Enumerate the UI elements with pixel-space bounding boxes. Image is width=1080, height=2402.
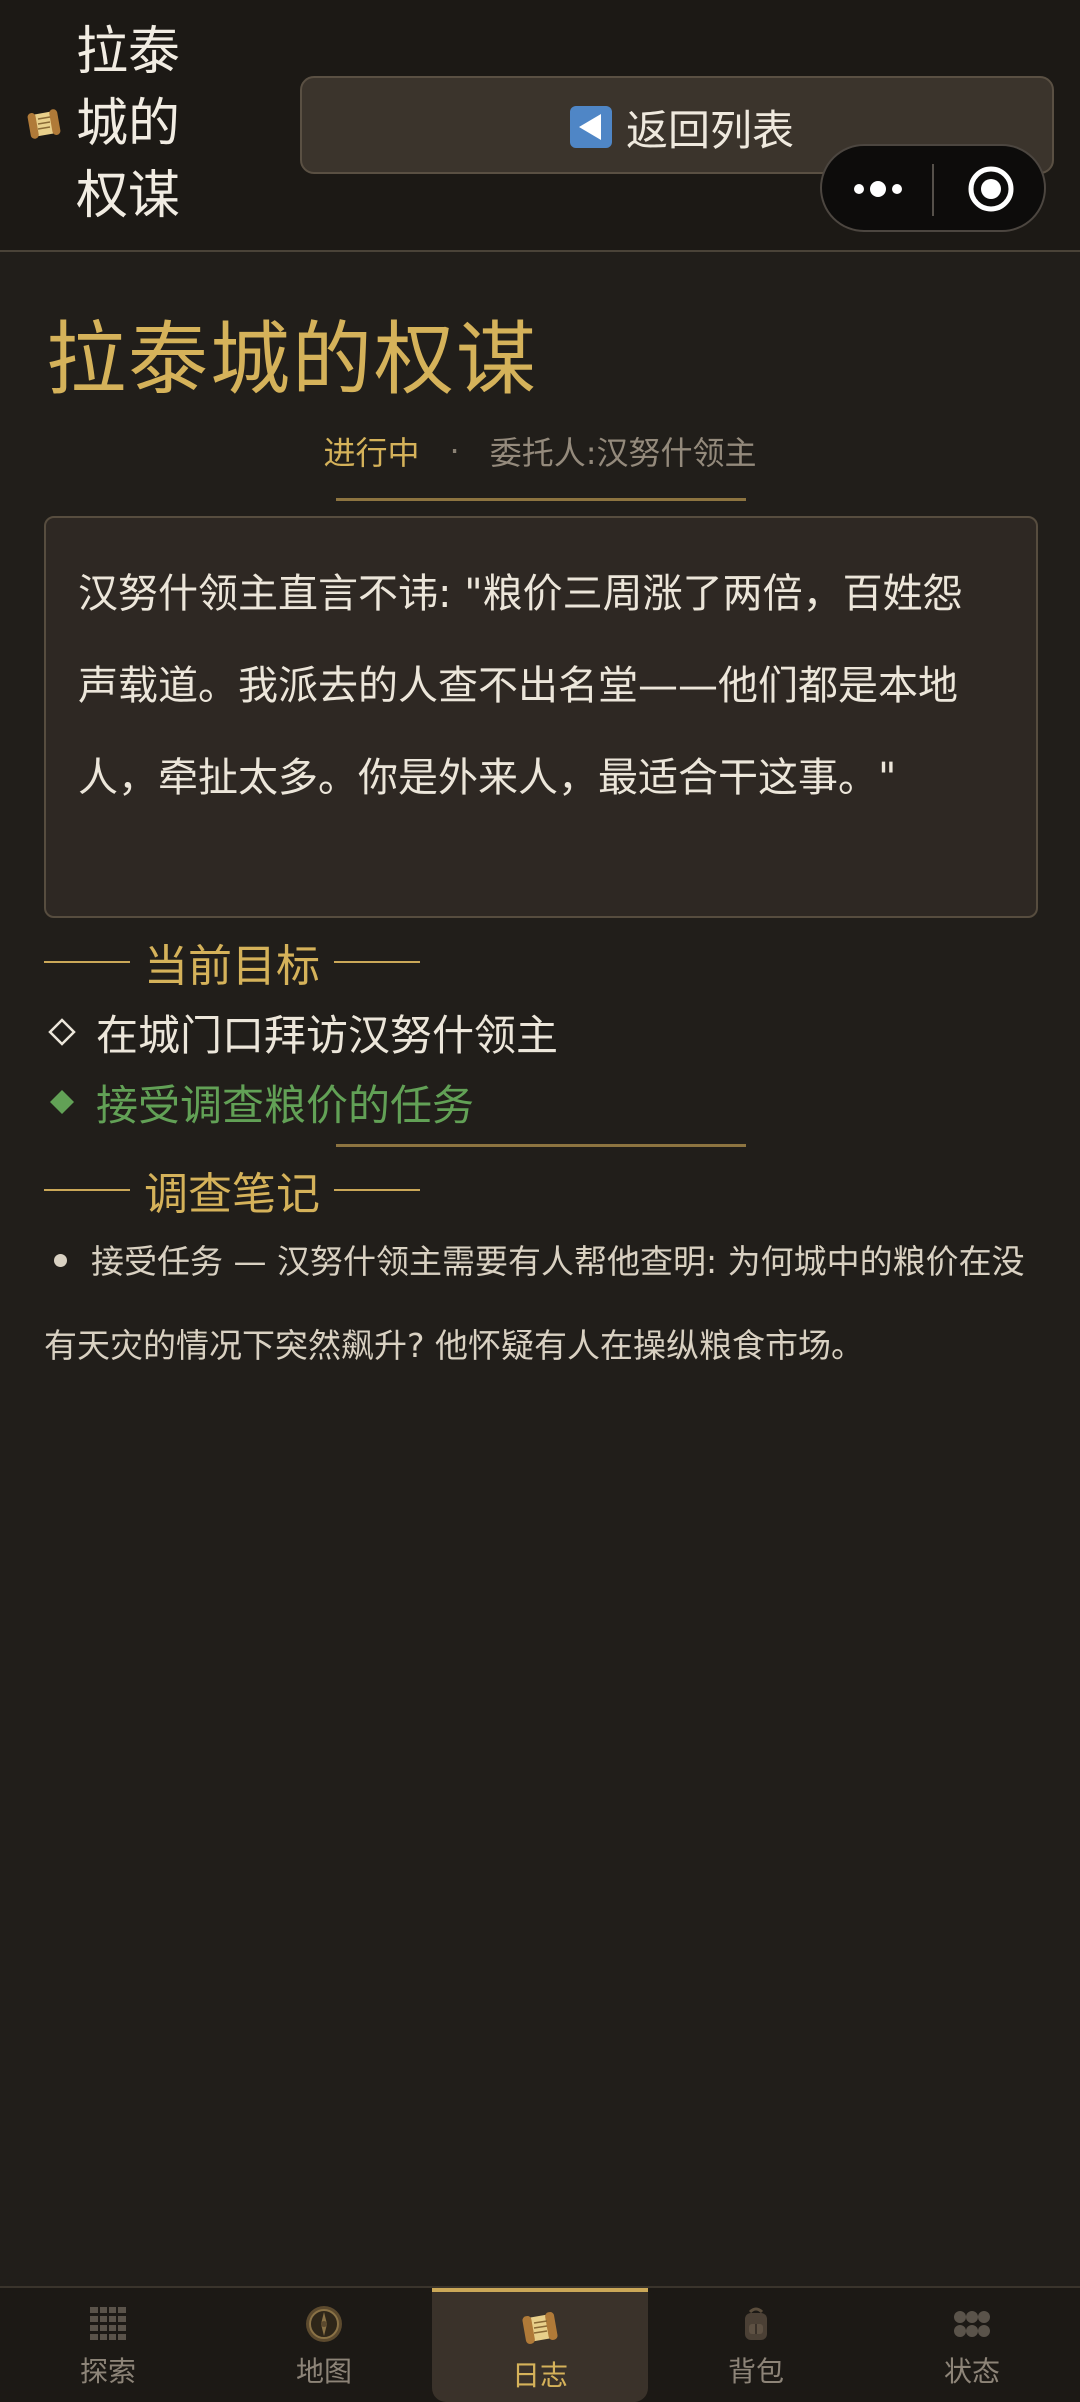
diamond-filled-icon	[50, 1090, 74, 1114]
more-options-icon[interactable]	[852, 176, 904, 202]
nav-label: 探索	[79, 2355, 136, 2388]
objectives-title: 当前目标	[144, 941, 320, 992]
nav-item-journal[interactable]: 日志	[432, 2288, 648, 2402]
notes-title: 调查笔记	[144, 1169, 320, 1220]
divider-line	[336, 1144, 746, 1147]
notes-header: 调查笔记	[44, 1160, 420, 1220]
quest-title: 拉泰城的权谋	[46, 313, 538, 406]
quest-description-box: 汉努什领主直言不讳: "粮价三周涨了两倍，百姓怨声载道。我派去的人查不出名堂——…	[44, 516, 1038, 918]
quest-meta: 进行中 · 委托人: 汉努什领主	[0, 425, 1080, 477]
close-miniprogram-icon[interactable]	[966, 164, 1016, 214]
top-header: 拉泰城的权谋 返回列表	[0, 0, 1080, 252]
header-line-left	[44, 1189, 130, 1191]
client-name: 汉努什领主	[596, 434, 757, 472]
quest-description: 汉努什领主直言不讳: "粮价三周涨了两倍，百姓怨声载道。我派去的人查不出名堂——…	[78, 571, 963, 801]
objectives-header: 当前目标	[44, 932, 420, 992]
header-line-left	[44, 961, 130, 963]
scroll-icon	[27, 109, 61, 139]
explore-grid-icon	[90, 2307, 126, 2340]
nav-item-map[interactable]: 地图	[216, 2288, 432, 2402]
header-line-right	[334, 961, 420, 963]
objective-text: 接受调查粮价的任务	[96, 1080, 475, 1130]
meta-separator: ·	[449, 432, 460, 470]
back-button-label: 返回列表	[626, 105, 795, 155]
nav-label: 地图	[295, 2355, 352, 2388]
header-line-right	[334, 1189, 420, 1191]
miniprogram-capsule	[820, 144, 1046, 232]
diamond-outline-icon	[48, 1018, 76, 1046]
bottom-navigation: 探索 地图 日志 背包 状态	[0, 2286, 1080, 2402]
capsule-divider	[932, 164, 934, 216]
divider-line	[336, 498, 746, 501]
nav-label: 日志	[511, 2359, 568, 2392]
quest-status-badge: 进行中	[323, 434, 420, 472]
back-arrow-icon	[570, 106, 612, 148]
nav-item-explore[interactable]: 探索	[0, 2288, 216, 2402]
nav-label: 状态	[943, 2355, 1000, 2388]
objective-text: 在城门口拜访汉努什领主	[96, 1010, 559, 1060]
compass-map-icon	[306, 2306, 342, 2342]
status-orbs-icon	[954, 2311, 990, 2337]
nav-label: 背包	[727, 2355, 784, 2388]
scroll-journal-icon	[522, 2312, 558, 2344]
bullet-icon	[54, 1254, 67, 1267]
header-title: 拉泰城的权谋	[76, 22, 181, 226]
nav-item-backpack[interactable]: 背包	[648, 2288, 864, 2402]
objective-item: 在城门口拜访汉努什领主	[48, 1002, 558, 1062]
nav-item-status[interactable]: 状态	[864, 2288, 1080, 2402]
client-label: 委托人:	[489, 434, 597, 472]
backpack-icon	[745, 2307, 767, 2340]
note-text: 接受任务 — 汉努什领主需要有人帮他查明: 为何城中的粮价在没有天灾的情况下突然…	[44, 1242, 1025, 1365]
objective-item-active: 接受调查粮价的任务	[48, 1072, 474, 1132]
note-item: 接受任务 — 汉努什领主需要有人帮他查明: 为何城中的粮价在没有天灾的情况下突然…	[44, 1220, 1034, 1388]
